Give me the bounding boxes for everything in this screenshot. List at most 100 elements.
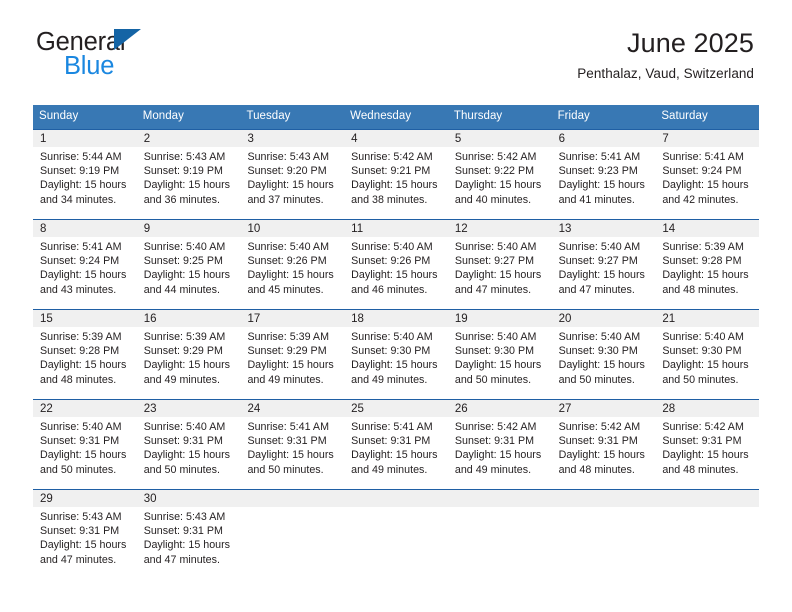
day-cell[interactable]: 6 Sunrise: 5:41 AM Sunset: 9:23 PM Dayli… <box>551 130 656 219</box>
day-cell[interactable]: 26 Sunrise: 5:42 AM Sunset: 9:31 PM Dayl… <box>447 400 552 489</box>
day-details: Sunrise: 5:40 AM Sunset: 9:30 PM Dayligh… <box>447 327 552 387</box>
weekday-header-thursday: Thursday <box>453 110 503 122</box>
sunrise-text: Sunrise: 5:43 AM <box>247 151 329 163</box>
day-number: 18 <box>344 310 448 327</box>
sunset-text: Sunset: 9:31 PM <box>40 435 120 448</box>
day-cell[interactable]: 30 Sunrise: 5:43 AM Sunset: 9:31 PM Dayl… <box>136 490 241 577</box>
day-details <box>551 507 656 510</box>
sunrise-text: Sunrise: 5:40 AM <box>558 241 641 253</box>
day-number: 10 <box>240 220 345 237</box>
day-cell[interactable]: 28 Sunrise: 5:42 AM Sunset: 9:31 PM Dayl… <box>655 400 760 489</box>
day-cell[interactable]: 5 Sunrise: 5:42 AM Sunset: 9:22 PM Dayli… <box>447 130 552 219</box>
daylight-text-line2: and 50 minutes. <box>143 463 220 476</box>
day-cell[interactable]: 24 Sunrise: 5:41 AM Sunset: 9:31 PM Dayl… <box>240 400 345 489</box>
day-cell[interactable]: 4 Sunrise: 5:42 AM Sunset: 9:21 PM Dayli… <box>344 130 448 219</box>
sunset-text: Sunset: 9:28 PM <box>40 345 120 358</box>
day-number: 25 <box>344 400 448 417</box>
sunrise-text: Sunrise: 5:40 AM <box>40 421 122 433</box>
daylight-text-line1: Daylight: 15 hours <box>662 269 749 282</box>
sunrise-text: Sunrise: 5:43 AM <box>40 511 122 523</box>
sunset-text: Sunset: 9:30 PM <box>662 345 742 358</box>
daylight-text-line1: Daylight: 15 hours <box>40 449 127 462</box>
sunset-text: Sunset: 9:22 PM <box>454 165 535 178</box>
daylight-text-line2: and 50 minutes. <box>247 463 324 476</box>
day-cell[interactable]: 27 Sunrise: 5:42 AM Sunset: 9:31 PM Dayl… <box>551 400 656 489</box>
daylight-text-line1: Daylight: 15 hours <box>351 269 438 282</box>
sunrise-text: Sunrise: 5:40 AM <box>351 331 433 343</box>
general-blue-logo[interactable]: General Blue <box>36 28 246 80</box>
daylight-text-line2: and 49 minutes. <box>351 373 428 386</box>
daylight-text-line2: and 47 minutes. <box>40 553 117 566</box>
daylight-text-line1: Daylight: 15 hours <box>558 359 645 372</box>
sunrise-text: Sunrise: 5:42 AM <box>558 421 641 433</box>
day-cell[interactable]: 9 Sunrise: 5:40 AM Sunset: 9:25 PM Dayli… <box>136 220 241 309</box>
week-row: 22 Sunrise: 5:40 AM Sunset: 9:31 PM Dayl… <box>33 399 760 489</box>
day-details: Sunrise: 5:41 AM Sunset: 9:31 PM Dayligh… <box>240 417 345 477</box>
day-number: 26 <box>447 400 552 417</box>
day-cell[interactable]: 13 Sunrise: 5:40 AM Sunset: 9:27 PM Dayl… <box>551 220 656 309</box>
sunset-text: Sunset: 9:25 PM <box>143 255 223 268</box>
day-number: 1 <box>33 130 137 147</box>
day-details: Sunrise: 5:42 AM Sunset: 9:22 PM Dayligh… <box>447 147 552 207</box>
day-cell[interactable]: 21 Sunrise: 5:40 AM Sunset: 9:30 PM Dayl… <box>655 310 760 399</box>
day-details: Sunrise: 5:41 AM Sunset: 9:24 PM Dayligh… <box>33 237 137 297</box>
weekday-header-wednesday: Wednesday <box>350 110 412 122</box>
day-cell[interactable]: 25 Sunrise: 5:41 AM Sunset: 9:31 PM Dayl… <box>344 400 448 489</box>
day-details: Sunrise: 5:43 AM Sunset: 9:19 PM Dayligh… <box>136 147 241 207</box>
daylight-text-line2: and 46 minutes. <box>351 283 428 296</box>
week-row: 29 Sunrise: 5:43 AM Sunset: 9:31 PM Dayl… <box>33 489 760 577</box>
weekday-header-friday: Friday <box>557 110 590 122</box>
day-number: 2 <box>136 130 241 147</box>
daylight-text-line1: Daylight: 15 hours <box>662 179 749 192</box>
daylight-text-line1: Daylight: 15 hours <box>454 269 542 282</box>
day-cell[interactable]: 3 Sunrise: 5:43 AM Sunset: 9:20 PM Dayli… <box>240 130 345 219</box>
daylight-text-line1: Daylight: 15 hours <box>40 539 127 552</box>
day-cell[interactable]: 15 Sunrise: 5:39 AM Sunset: 9:28 PM Dayl… <box>33 310 137 399</box>
day-number: 22 <box>33 400 137 417</box>
day-cell[interactable]: 18 Sunrise: 5:40 AM Sunset: 9:30 PM Dayl… <box>344 310 448 399</box>
day-cell[interactable]: 2 Sunrise: 5:43 AM Sunset: 9:19 PM Dayli… <box>136 130 241 219</box>
day-cell[interactable]: 1 Sunrise: 5:44 AM Sunset: 9:19 PM Dayli… <box>33 130 137 219</box>
day-cell-empty <box>344 490 448 577</box>
day-cell[interactable]: 11 Sunrise: 5:40 AM Sunset: 9:26 PM Dayl… <box>344 220 448 309</box>
calendar-page: General Blue June 2025 Penthalaz, Vaud, … <box>0 0 792 612</box>
logo-triangle-icon <box>114 29 141 50</box>
daylight-text-line2: and 49 minutes. <box>454 463 532 476</box>
sunset-text: Sunset: 9:24 PM <box>662 165 742 178</box>
weekday-header-monday: Monday <box>142 110 184 122</box>
daylight-text-line1: Daylight: 15 hours <box>454 449 542 462</box>
day-cell[interactable]: 17 Sunrise: 5:39 AM Sunset: 9:29 PM Dayl… <box>240 310 345 399</box>
day-number <box>551 490 656 507</box>
sunset-text: Sunset: 9:30 PM <box>558 345 638 358</box>
day-number: 13 <box>551 220 656 237</box>
day-cell[interactable]: 8 Sunrise: 5:41 AM Sunset: 9:24 PM Dayli… <box>33 220 137 309</box>
day-cell[interactable]: 14 Sunrise: 5:39 AM Sunset: 9:28 PM Dayl… <box>655 220 760 309</box>
day-cell[interactable]: 16 Sunrise: 5:39 AM Sunset: 9:29 PM Dayl… <box>136 310 241 399</box>
sunrise-text: Sunrise: 5:43 AM <box>143 511 226 523</box>
day-cell[interactable]: 19 Sunrise: 5:40 AM Sunset: 9:30 PM Dayl… <box>447 310 552 399</box>
day-cell[interactable]: 7 Sunrise: 5:41 AM Sunset: 9:24 PM Dayli… <box>655 130 760 219</box>
sunrise-text: Sunrise: 5:41 AM <box>351 421 433 433</box>
day-number: 4 <box>344 130 448 147</box>
day-details: Sunrise: 5:40 AM Sunset: 9:27 PM Dayligh… <box>551 237 656 297</box>
page-header: General Blue June 2025 Penthalaz, Vaud, … <box>0 0 792 81</box>
sunset-text: Sunset: 9:31 PM <box>454 435 535 448</box>
day-cell[interactable]: 10 Sunrise: 5:40 AM Sunset: 9:26 PM Dayl… <box>240 220 345 309</box>
day-cell[interactable]: 20 Sunrise: 5:40 AM Sunset: 9:30 PM Dayl… <box>551 310 656 399</box>
sunset-text: Sunset: 9:26 PM <box>351 255 431 268</box>
day-details: Sunrise: 5:41 AM Sunset: 9:23 PM Dayligh… <box>551 147 656 207</box>
day-cell[interactable]: 12 Sunrise: 5:40 AM Sunset: 9:27 PM Dayl… <box>447 220 552 309</box>
daylight-text-line1: Daylight: 15 hours <box>454 179 542 192</box>
day-number <box>344 490 448 507</box>
daylight-text-line1: Daylight: 15 hours <box>454 359 542 372</box>
day-cell[interactable]: 23 Sunrise: 5:40 AM Sunset: 9:31 PM Dayl… <box>136 400 241 489</box>
sunset-text: Sunset: 9:26 PM <box>247 255 327 268</box>
day-cell[interactable]: 29 Sunrise: 5:43 AM Sunset: 9:31 PM Dayl… <box>33 490 137 577</box>
day-cell[interactable]: 22 Sunrise: 5:40 AM Sunset: 9:31 PM Dayl… <box>33 400 137 489</box>
day-details: Sunrise: 5:39 AM Sunset: 9:28 PM Dayligh… <box>655 237 760 297</box>
day-details: Sunrise: 5:42 AM Sunset: 9:31 PM Dayligh… <box>447 417 552 477</box>
day-details: Sunrise: 5:39 AM Sunset: 9:29 PM Dayligh… <box>240 327 345 387</box>
daylight-text-line2: and 48 minutes. <box>558 463 635 476</box>
day-details: Sunrise: 5:42 AM Sunset: 9:31 PM Dayligh… <box>655 417 760 477</box>
day-number <box>447 490 552 507</box>
